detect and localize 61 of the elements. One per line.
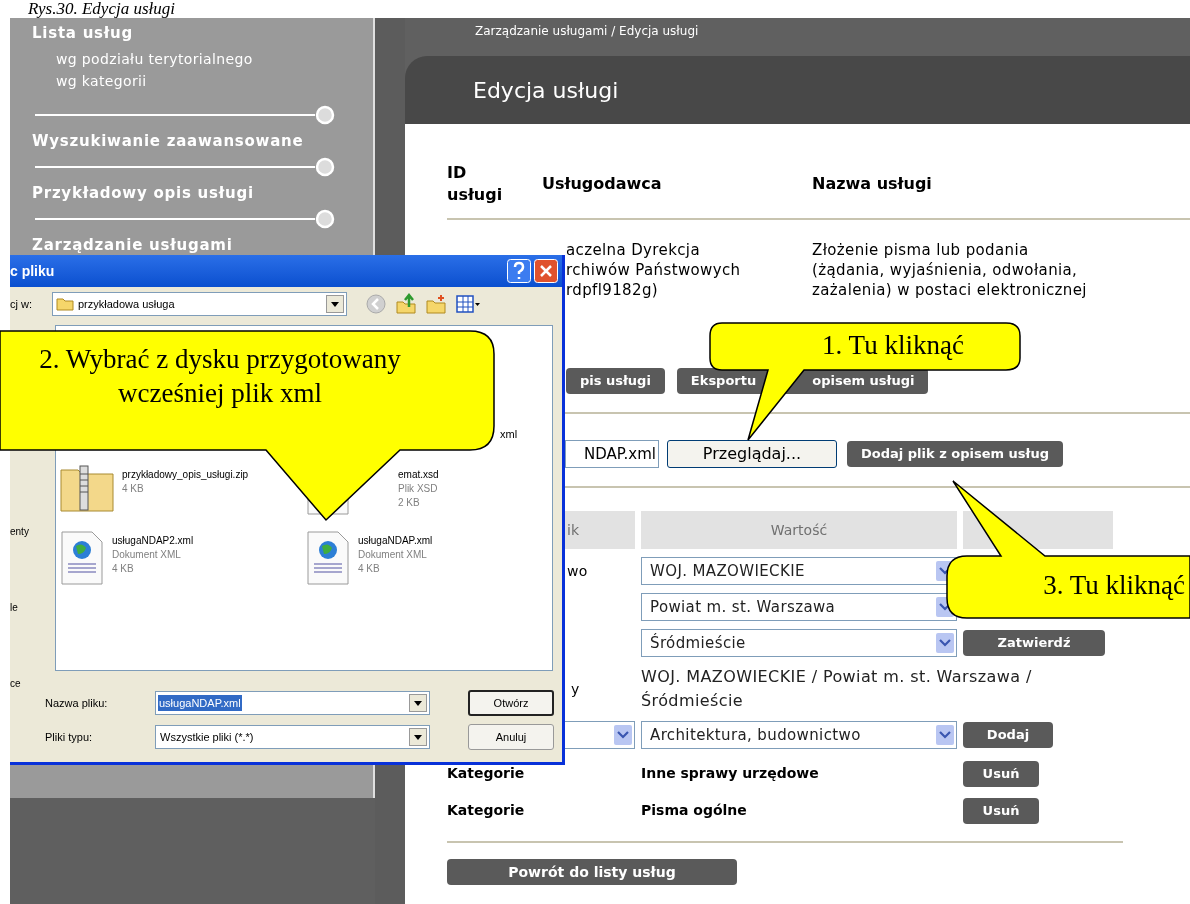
column-header: Nazwa usługi xyxy=(812,173,933,195)
chevron-down-icon xyxy=(936,633,954,653)
column-header: ID usługi xyxy=(447,162,504,206)
figure-caption: Rys.30. Edycja usługi xyxy=(27,0,176,18)
county-select[interactable]: Powiat m. st. Warszawa xyxy=(641,593,957,621)
page-title: Edycja usługi xyxy=(473,76,619,105)
confirm-button[interactable]: Zatwierdź xyxy=(963,630,1105,656)
table-cell-text: aczelna Dyrekcja rchiwów Państwowych rdpfl9182g) xyxy=(566,240,742,300)
add-file-button[interactable]: Dodaj plik z opisem usług xyxy=(847,441,1063,467)
file-item[interactable]: usługaNDAP2.xml Dokument XML 4 KB xyxy=(60,530,306,596)
column-header: Usługodawca xyxy=(542,173,663,195)
places-label: ce xyxy=(10,678,22,690)
folder-combo[interactable]: przykładowa usługa xyxy=(52,292,347,317)
row-label: y xyxy=(570,679,581,699)
row-label: wo xyxy=(566,561,589,581)
remove-button[interactable]: Usuń xyxy=(963,797,1039,824)
browse-button[interactable]: Przeglądaj... xyxy=(667,440,837,468)
remove-button[interactable]: Usuń xyxy=(963,760,1039,787)
places-label: le xyxy=(10,602,19,614)
category-select[interactable]: Architektura, budownictwo xyxy=(641,721,957,749)
back-button[interactable]: Powrót do listy usług xyxy=(447,859,737,885)
region-select[interactable]: WOJ. MAZOWIECKIE xyxy=(641,557,957,585)
zip-folder-icon xyxy=(60,464,114,512)
district-select[interactable]: Śródmieście xyxy=(641,629,957,657)
file-type-combo[interactable]: Wszystkie pliki (*.*) xyxy=(155,725,430,749)
chevron-down-icon xyxy=(614,725,632,745)
dropdown-arrow-icon xyxy=(331,301,339,307)
views-icon[interactable] xyxy=(455,293,481,316)
callout-text: 3. Tu kliknąć xyxy=(1042,569,1185,602)
open-button[interactable]: Otwórz xyxy=(468,690,554,716)
dropdown-arrow-icon xyxy=(414,734,422,740)
folder-icon xyxy=(56,297,74,312)
up-folder-icon[interactable] xyxy=(395,293,417,316)
new-folder-icon[interactable] xyxy=(425,293,447,316)
cancel-button[interactable]: Anuluj xyxy=(468,724,554,750)
look-in-label: cj w: xyxy=(10,296,33,312)
xml-document-icon xyxy=(306,530,350,586)
column-header: Wartość xyxy=(641,511,957,549)
description-button[interactable]: pis usługi xyxy=(566,368,665,394)
row-label: Kategorie xyxy=(447,764,526,783)
category-name: Pisma ogólne xyxy=(641,801,748,820)
breadcrumb: Zarządzanie usługami / Edycja usługi xyxy=(475,24,699,38)
file-type-label: Pliki typu: xyxy=(45,729,94,745)
dropdown-arrow-icon xyxy=(414,700,422,706)
category-name: Inne sprawy urzędowe xyxy=(641,764,820,783)
xml-document-icon xyxy=(60,530,104,586)
close-icon[interactable] xyxy=(534,259,558,284)
file-name-label: Nazwa pliku: xyxy=(45,695,109,711)
add-button[interactable]: Dodaj xyxy=(963,722,1053,748)
file-name: xml xyxy=(500,426,518,442)
location-path: WOJ. MAZOWIECKIE / Powiat m. st. Warszawa / Śródmieście xyxy=(641,666,1033,712)
callout-text: 2. Wybrać z dysku przygotowany wcześniej plik xml xyxy=(38,343,402,410)
chevron-down-icon xyxy=(936,725,954,745)
places-label: enty xyxy=(10,526,30,538)
row-label: Kategorie xyxy=(447,801,526,820)
table-cell-text: Złożenie pisma lub podania (żądania, wyjaśnienia, odwołania, zażalenia) w postaci elektronicznej xyxy=(812,240,1088,300)
file-path-field[interactable]: NDAP.xml xyxy=(565,440,659,468)
callout-text: 1. Tu kliknąć xyxy=(821,329,965,362)
help-icon[interactable] xyxy=(507,259,531,284)
file-name-combo[interactable]: usługaNDAP.xml xyxy=(155,691,430,715)
dialog-title: c pliku xyxy=(10,261,55,281)
